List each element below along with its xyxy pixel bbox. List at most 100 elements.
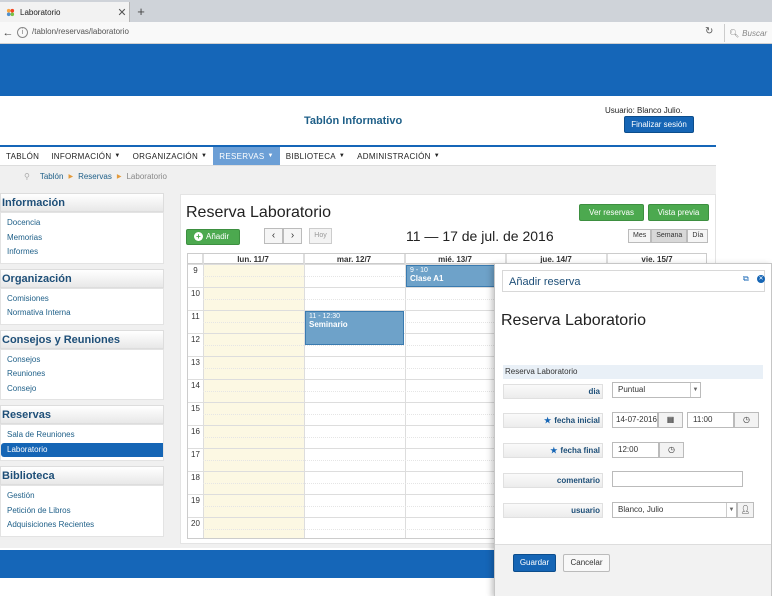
chevron-down-icon: ▼ (726, 503, 736, 517)
hour-label: 17 (191, 450, 200, 459)
usuario-select-value: Blanco, Julio (618, 505, 664, 514)
sidebar: Información Docencia Memorias Informes O… (0, 193, 164, 542)
dia-select[interactable]: Puntual ▼ (612, 382, 701, 398)
caret-down-icon: ▼ (338, 153, 346, 159)
nav-item-informacion[interactable]: INFORMACIÓN ▼ (45, 147, 126, 165)
cancel-button[interactable]: Cancelar (563, 554, 610, 572)
caret-down-icon: ▼ (114, 153, 121, 159)
hour-label: 10 (191, 289, 200, 298)
save-button[interactable]: Guardar (513, 554, 556, 572)
sidebar-heading: Biblioteca (0, 466, 164, 485)
browser-tab[interactable]: Laboratorio ✕ (0, 2, 130, 22)
view-week-button[interactable]: Semana (651, 229, 688, 243)
sidebar-link-informes[interactable]: Informes (7, 245, 157, 260)
nav-item-biblioteca[interactable]: BIBLIOTECA ▼ (280, 147, 351, 165)
sidebar-link-adquisiciones[interactable]: Adquisiciones Recientes (7, 518, 157, 533)
comentario-label: comentario (503, 473, 603, 488)
external-link-icon[interactable]: ⧉ (743, 274, 749, 284)
nav-item-tablon[interactable]: TABLÓN (0, 147, 45, 165)
fecha-inicial-label-text: fecha inicial (554, 416, 600, 425)
prev-week-button[interactable]: ‹ (264, 228, 283, 244)
reload-icon[interactable]: ↻ (705, 26, 713, 37)
nav-item-label: TABLÓN (6, 151, 40, 161)
sidebar-link-normativa[interactable]: Normativa Interna (7, 306, 157, 321)
sidebar-link-laboratorio[interactable]: Laboratorio (1, 442, 163, 457)
hour-gutter-header (188, 254, 203, 264)
nav-item-reservas[interactable]: RESERVAS ▼ (213, 147, 280, 165)
calendar-icon[interactable]: ▦ (658, 412, 683, 428)
close-icon[interactable]: ✕ (757, 275, 765, 283)
form-section-label: Reserva Laboratorio (503, 365, 763, 379)
user-icon[interactable]: 👤︎ (737, 502, 754, 518)
browser-search-input[interactable]: 🔍︎ Buscar (724, 24, 772, 42)
breadcrumb-link-tablon[interactable]: Tablón (40, 172, 64, 181)
nav-item-label: ORGANIZACIÓN (132, 151, 199, 161)
hour-label: 14 (191, 381, 200, 390)
nav-item-label: RESERVAS (219, 151, 265, 161)
view-reservations-button[interactable]: Ver reservas (579, 204, 644, 221)
location-pin-icon: ⚲ (24, 171, 30, 181)
date-range: 11 — 17 de jul. de 2016 (406, 228, 554, 244)
nav-item-administracion[interactable]: ADMINISTRACIÓN ▼ (351, 147, 446, 165)
view-month-button[interactable]: Mes (628, 229, 652, 243)
day-header: lun. 11/7 (203, 254, 304, 264)
sidebar-link-peticion[interactable]: Petición de Libros (7, 504, 157, 519)
new-tab-button[interactable]: + (133, 4, 149, 20)
required-star-icon: ★ (544, 416, 552, 425)
sidebar-heading: Organización (0, 268, 164, 288)
dialog-title: Añadir reserva (509, 276, 581, 288)
day-header: mar. 12/7 (304, 254, 405, 264)
breadcrumb-separator-icon: ▶ (116, 173, 122, 180)
sidebar-section: Comisiones Normativa Interna (0, 287, 164, 325)
url-field[interactable]: /tablon/reservas/laboratorio (32, 27, 129, 36)
next-week-button[interactable]: › (283, 228, 302, 244)
add-button[interactable]: + Añadir (186, 229, 240, 245)
nav-item-label: INFORMACIÓN (51, 151, 112, 161)
hour-label: 16 (191, 427, 200, 436)
calendar-event[interactable]: 9 - 10 Clase A1 (406, 265, 505, 287)
caret-down-icon: ▼ (201, 153, 208, 159)
sidebar-link-gestion[interactable]: Gestión (7, 489, 157, 504)
fecha-inicial-date-input[interactable]: 14-07-2016 (612, 412, 658, 428)
calendar-event[interactable]: 11 - 12:30 Seminario (305, 311, 404, 345)
sidebar-link-docencia[interactable]: Docencia (7, 216, 157, 231)
sidebar-link-consejos[interactable]: Consejos (7, 353, 157, 368)
fecha-inicial-time-input[interactable]: 11:00 (687, 412, 734, 428)
required-star-icon: ★ (550, 446, 558, 455)
info-icon[interactable]: i (17, 27, 28, 38)
event-time: 11 - 12:30 (309, 313, 341, 320)
usuario-label-text: usuario (571, 506, 600, 515)
sidebar-link-sala[interactable]: Sala de Reuniones (7, 428, 157, 443)
comentario-input[interactable] (612, 471, 743, 487)
sidebar-link-comisiones[interactable]: Comisiones (7, 292, 157, 307)
address-bar: ← i /tablon/reservas/laboratorio ↻ 🔍︎ Bu… (0, 22, 772, 44)
clock-icon[interactable]: ◷ (659, 442, 684, 458)
preview-button[interactable]: Vista previa (648, 204, 709, 221)
dia-select-value: Puntual (618, 385, 646, 394)
sidebar-link-memorias[interactable]: Memorias (7, 231, 157, 246)
back-arrow-icon[interactable]: ← (1, 26, 15, 40)
nav-item-organizacion[interactable]: ORGANIZACIÓN ▼ (127, 147, 214, 165)
usuario-select[interactable]: Blanco, Julio ▼ (612, 502, 737, 518)
comentario-label-text: comentario (556, 476, 600, 485)
sidebar-link-reuniones[interactable]: Reuniones (7, 367, 157, 382)
dia-label: dia (503, 384, 603, 399)
fecha-final-time-input[interactable]: 12:00 (612, 442, 659, 458)
hour-label: 13 (191, 358, 200, 367)
logout-button[interactable]: Finalizar sesión (624, 116, 694, 133)
site-title: Tablón Informativo (304, 115, 403, 127)
sidebar-link-consejo[interactable]: Consejo (7, 382, 157, 397)
clock-icon[interactable]: ◷ (734, 412, 759, 428)
dia-label-text: dia (588, 387, 600, 396)
form-title: Reserva Laboratorio (501, 312, 646, 329)
breadcrumb-link-reservas[interactable]: Reservas (78, 172, 112, 181)
browser-tabstrip: Laboratorio ✕ + (0, 0, 772, 22)
event-name: Clase A1 (410, 274, 444, 283)
view-day-button[interactable]: Día (687, 229, 709, 243)
fecha-final-label: ★ fecha final (503, 443, 603, 458)
today-button[interactable]: Hoy (309, 228, 332, 244)
fecha-inicial-label: ★ fecha inicial (503, 413, 603, 428)
breadcrumb-current: Laboratorio (126, 171, 167, 181)
day-divider (405, 254, 406, 538)
tab-close-icon[interactable]: ✕ (115, 6, 129, 19)
